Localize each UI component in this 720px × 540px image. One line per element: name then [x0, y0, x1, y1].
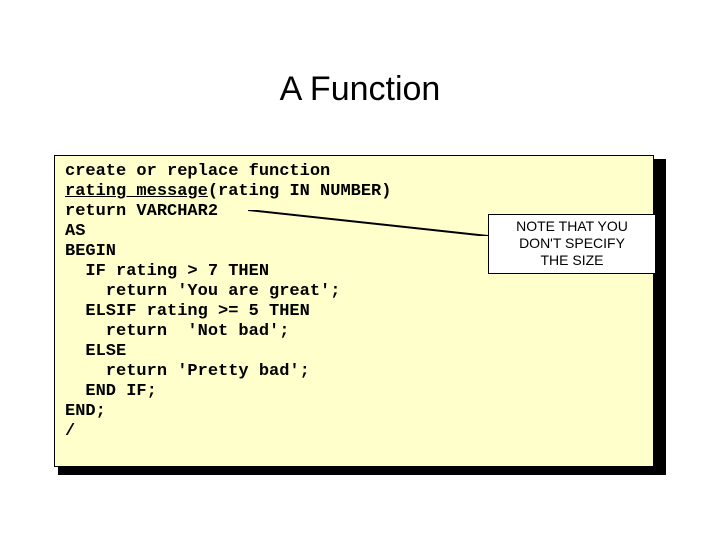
- code-line-11: return 'Pretty bad';: [65, 362, 310, 381]
- code-line-12: END IF;: [65, 382, 157, 401]
- annotation-note: NOTE THAT YOU DON'T SPECIFY THE SIZE: [488, 214, 656, 274]
- code-line-6: IF rating > 7 THEN: [65, 262, 269, 281]
- function-name: rating_message: [65, 182, 208, 201]
- note-line-1: NOTE THAT YOU: [516, 218, 628, 234]
- slide-title: A Function: [0, 70, 720, 109]
- code-box: create or replace function rating_messag…: [54, 155, 654, 467]
- note-line-2: DON'T SPECIFY: [519, 235, 625, 251]
- code-line-7: return 'You are great';: [65, 282, 340, 301]
- code-line-1: create or replace function: [65, 162, 330, 181]
- code-line-2b: (rating IN NUMBER): [208, 182, 392, 201]
- code-line-8: ELSIF rating >= 5 THEN: [65, 302, 310, 321]
- note-line-3: THE SIZE: [540, 252, 603, 268]
- code-line-4: AS: [65, 222, 85, 241]
- code-line-14: /: [65, 422, 75, 441]
- code-line-10: ELSE: [65, 342, 126, 361]
- code-line-9: return 'Not bad';: [65, 322, 289, 341]
- code-line-13: END;: [65, 402, 106, 421]
- code-line-5: BEGIN: [65, 242, 116, 261]
- code-line-3: return VARCHAR2: [65, 202, 218, 221]
- slide: A Function create or replace function ra…: [0, 0, 720, 540]
